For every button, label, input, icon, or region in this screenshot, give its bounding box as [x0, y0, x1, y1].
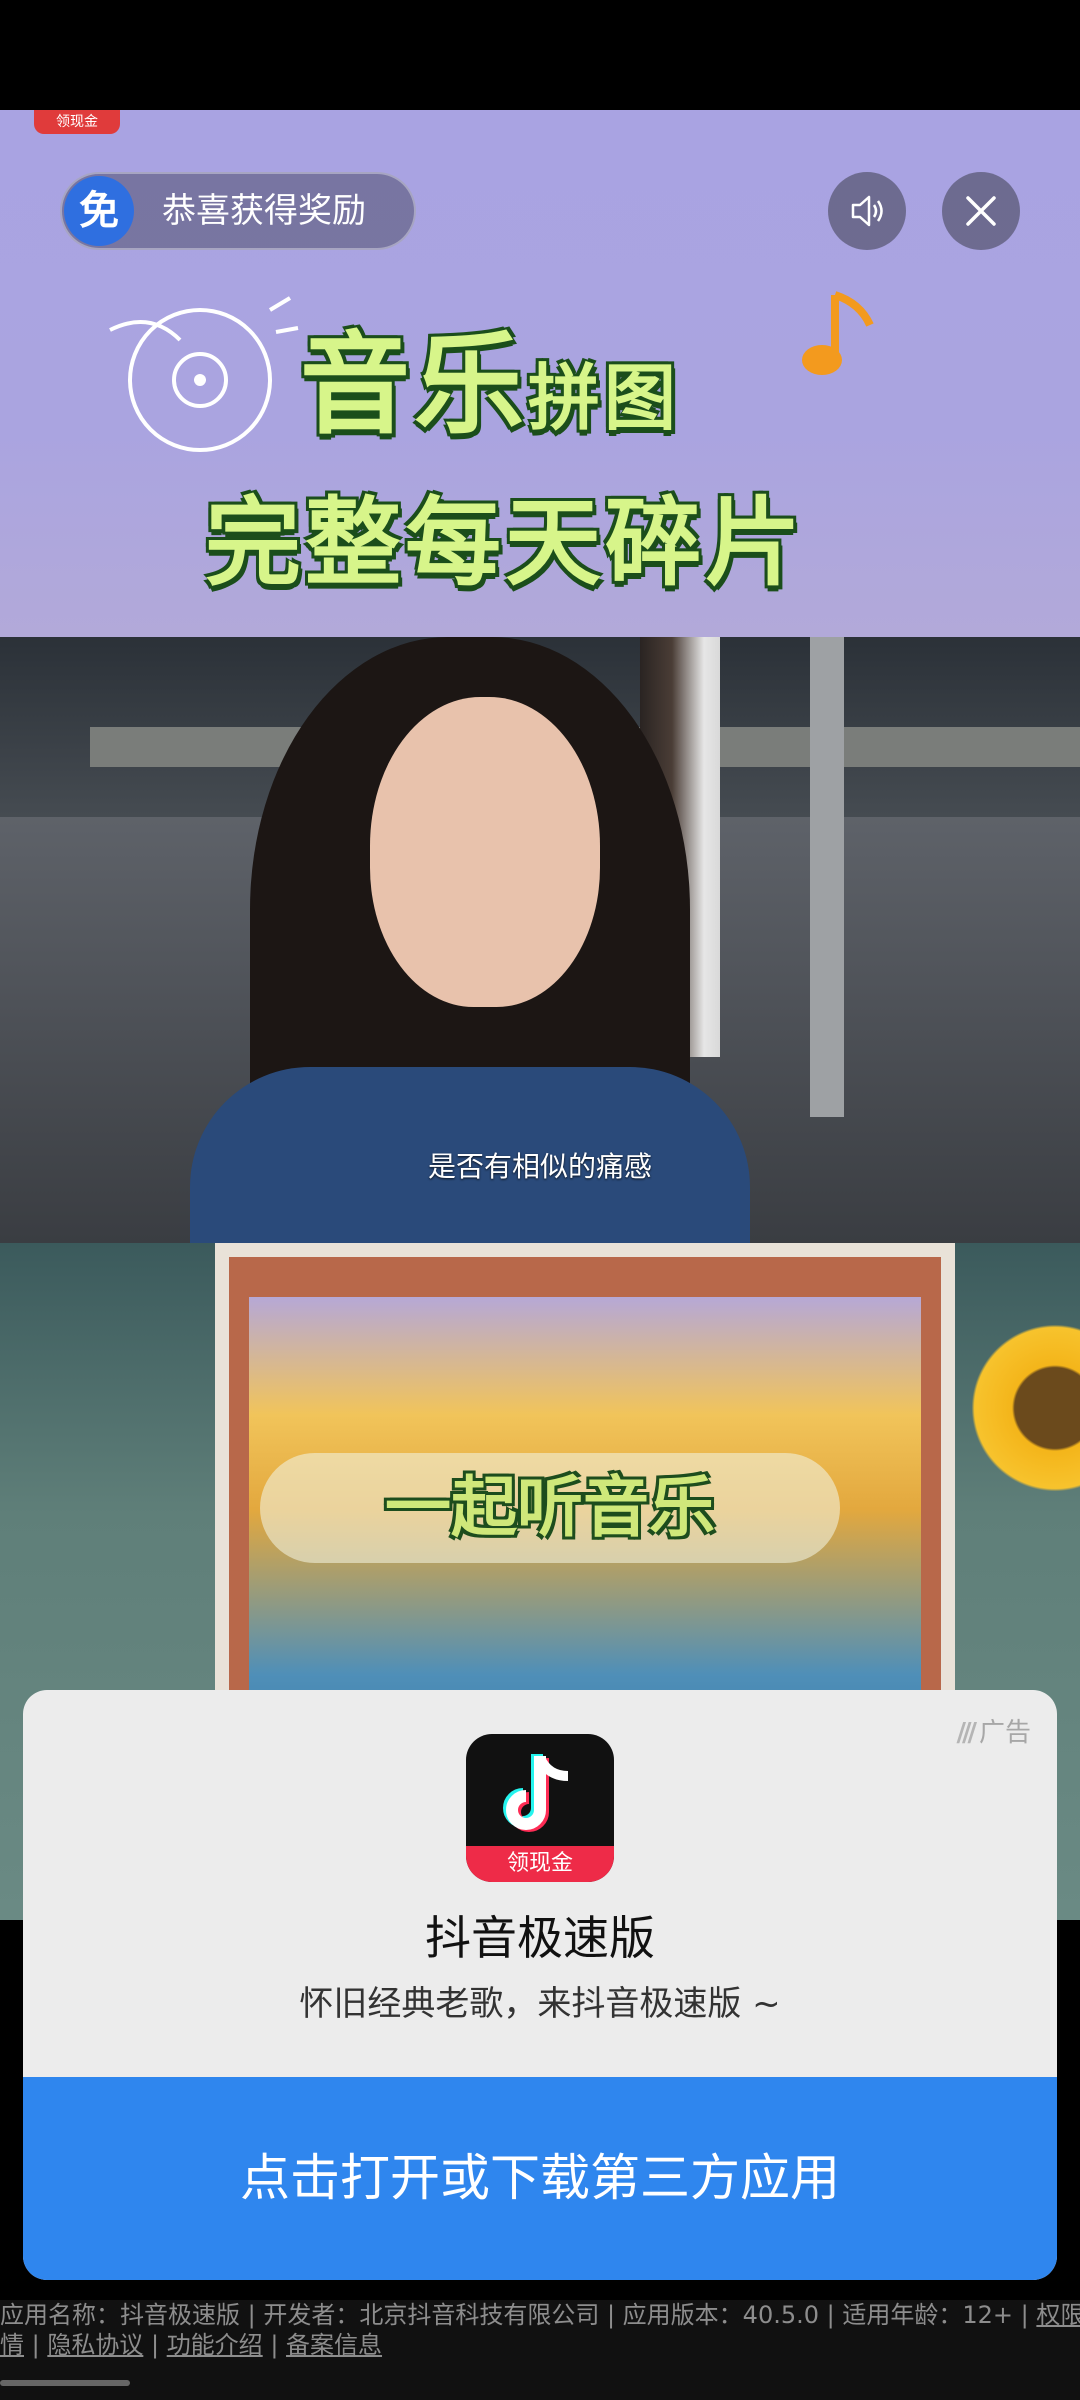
scene-pole — [810, 637, 844, 1117]
app-info-footer: 应用名称：抖音极速版 | 开发者：北京抖音科技有限公司 | 应用版本：40.5.… — [0, 2300, 1080, 2400]
close-button[interactable] — [942, 172, 1020, 250]
separator: | — [262, 2331, 287, 2359]
brand-tag: 领现金 — [34, 110, 120, 134]
app-download-card[interactable]: ///广告 领现金 抖音极速版 怀旧经典老歌，来抖音极速版 ~ 点击打开或下载第… — [23, 1690, 1057, 2280]
tiktok-logo-icon — [503, 1754, 569, 1832]
sunflower-image — [960, 1313, 1080, 1503]
separator: | — [143, 2331, 167, 2359]
listen-music-caption: 一起听音乐 — [260, 1453, 840, 1563]
permissions-link-cont[interactable]: 情 — [0, 2331, 24, 2359]
home-indicator — [0, 2380, 130, 2386]
ad-mark-icon: /// — [956, 1718, 976, 1748]
music-note-icon — [790, 285, 880, 399]
features-link[interactable]: 功能介绍 — [167, 2331, 263, 2359]
ad-label: ///广告 — [956, 1712, 1031, 1749]
vinyl-record-icon — [100, 270, 300, 474]
privacy-link[interactable]: 隐私协议 — [47, 2331, 143, 2359]
banner-title-small: 拼图 — [528, 356, 681, 440]
permissions-link[interactable]: 权限详 — [1036, 2301, 1080, 2329]
app-info-text: 应用名称：抖音极速版 | 开发者：北京抖音科技有限公司 | 应用版本：40.5.… — [0, 2301, 1029, 2329]
sound-button[interactable] — [828, 172, 906, 250]
status-bar — [0, 0, 1080, 110]
app-icon-tag: 领现金 — [466, 1846, 614, 1882]
banner-title-big: 音乐 — [300, 321, 528, 449]
close-icon — [966, 196, 996, 226]
sound-icon — [851, 195, 883, 227]
banner-title-line1: 音乐拼图 — [300, 295, 680, 455]
free-badge-icon: 免 — [64, 176, 134, 246]
app-name: 抖音极速版 — [425, 1911, 655, 1965]
video-subtitle: 是否有相似的痛感 — [427, 1150, 652, 1183]
app-icon[interactable]: 领现金 — [466, 1734, 614, 1882]
banner-title-line2: 完整每天碎片 — [205, 487, 805, 599]
filing-link[interactable]: 备案信息 — [286, 2331, 382, 2359]
ad-video[interactable]: 领现金 音乐拼图 完整每天碎片 免 恭喜获得奖励 是否有相似的痛感 一起听音乐 — [0, 110, 1080, 1920]
video-banner: 领现金 音乐拼图 完整每天碎片 免 恭喜获得奖励 — [0, 110, 1080, 637]
app-description: 怀旧经典老歌，来抖音极速版 ~ — [299, 1984, 781, 2024]
separator: | — [24, 2331, 48, 2359]
ad-label-text: 广告 — [978, 1718, 1031, 1748]
open-download-button[interactable]: 点击打开或下载第三方应用 — [23, 2077, 1057, 2280]
reward-badge: 免 恭喜获得奖励 — [60, 172, 416, 250]
reward-label: 恭喜获得奖励 — [162, 191, 366, 231]
video-scene: 是否有相似的痛感 — [0, 637, 1080, 1243]
person-face — [370, 697, 600, 1007]
